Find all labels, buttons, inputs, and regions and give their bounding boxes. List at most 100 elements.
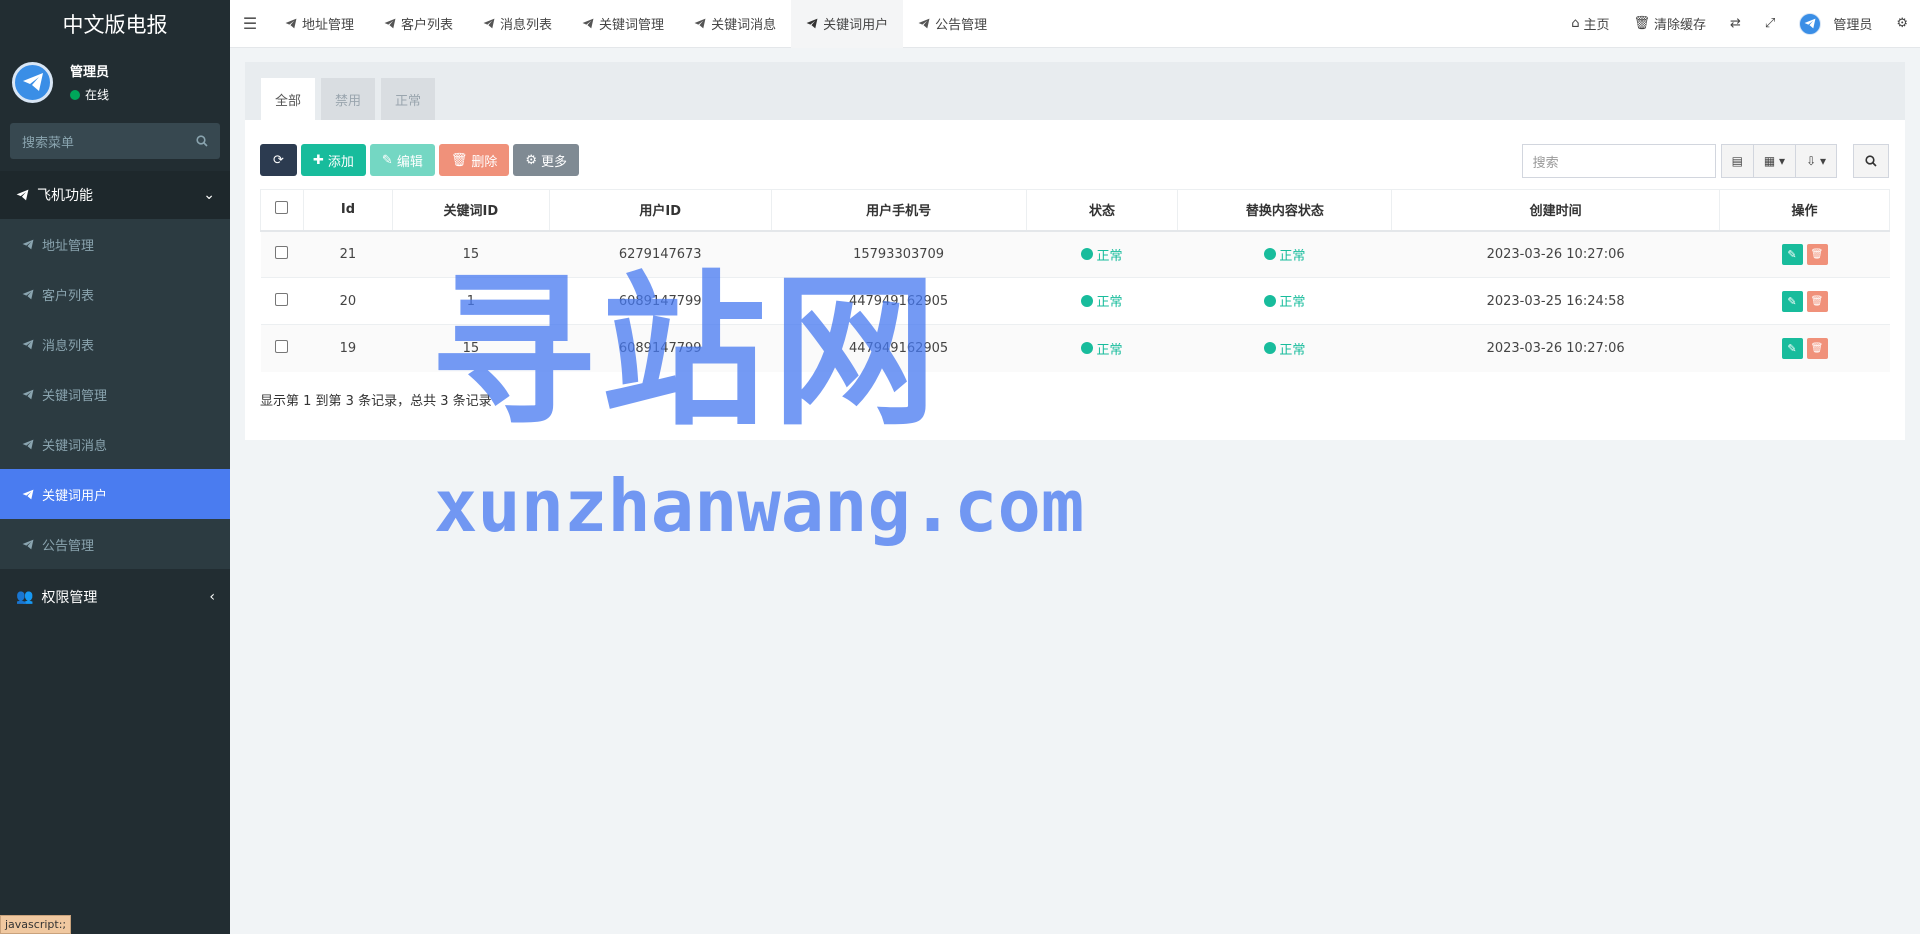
tab-keywords[interactable]: 关键词管理 — [567, 0, 679, 48]
paper-plane-icon — [582, 18, 594, 29]
download-icon: ⇩ ▾ — [1806, 154, 1826, 168]
select-all-checkbox[interactable] — [275, 201, 289, 215]
status-badge[interactable]: 正常 — [1081, 291, 1122, 310]
tab-normal[interactable]: 正常 — [381, 78, 436, 120]
column-header[interactable]: 用户ID — [548, 189, 772, 232]
top-nav: ☰ 地址管理 客户列表 消息列表 关键词管理 关键词消息 关键词用户 公告管理 … — [230, 0, 1920, 48]
sidebar: 中文版电报 管理员 在线 搜索菜单 飞机功能 ⌄ 地址管理 客户列表 消息列表 … — [0, 0, 230, 934]
status-badge[interactable]: 正常 — [1264, 245, 1305, 264]
row-checkbox[interactable] — [275, 245, 289, 259]
paper-plane-icon — [483, 18, 495, 29]
chevron-left-icon: ‹ — [209, 589, 215, 605]
trash-icon: 🗑 — [450, 152, 468, 168]
tab-customers[interactable]: 客户列表 — [369, 0, 468, 48]
row-edit-button[interactable]: ✎ — [1781, 337, 1803, 359]
paper-plane-icon — [694, 18, 706, 29]
row-edit-button[interactable]: ✎ — [1781, 243, 1803, 265]
user-panel: 管理员 在线 — [0, 47, 230, 117]
online-dot-icon — [70, 89, 80, 100]
row-delete-button[interactable]: 🗑 — [1806, 290, 1828, 312]
tab-keyword-users[interactable]: 关键词用户 — [791, 0, 904, 48]
gear-icon: ⚙ — [525, 152, 538, 168]
sidebar-item-address[interactable]: 地址管理 — [0, 219, 230, 269]
menu-group-aircraft[interactable]: 飞机功能 ⌄ — [0, 171, 230, 219]
list-icon: ▤ — [1731, 154, 1743, 168]
trash-icon: 🗑 — [1633, 16, 1650, 31]
paper-plane-icon — [806, 18, 818, 29]
clear-cache-button[interactable]: 🗑 清除缓存 — [1621, 0, 1718, 48]
tab-all[interactable]: 全部 — [261, 78, 316, 120]
sidebar-item-keyword-users[interactable]: 关键词用户 — [0, 469, 230, 519]
home-link[interactable]: ⌂ 主页 — [1559, 0, 1621, 48]
column-header[interactable]: 创建时间 — [1391, 189, 1721, 232]
menu-search-input[interactable]: 搜索菜单 — [10, 123, 220, 159]
user-name: 管理员 — [70, 65, 110, 80]
tab-keyword-messages[interactable]: 关键词消息 — [679, 0, 791, 48]
sidebar-item-keyword-messages[interactable]: 关键词消息 — [0, 419, 230, 469]
status-badge[interactable]: 正常 — [1081, 245, 1122, 264]
row-checkbox[interactable] — [275, 339, 289, 353]
settings-icon[interactable]: ⚙ — [1884, 0, 1920, 48]
column-header[interactable]: Id — [302, 189, 393, 232]
tab-address[interactable]: 地址管理 — [270, 0, 369, 48]
paper-plane-icon — [22, 73, 43, 91]
sidebar-item-messages[interactable]: 消息列表 — [0, 319, 230, 369]
fullscreen-icon: ⤢ — [1764, 16, 1776, 31]
refresh-button[interactable]: ⟳ — [260, 144, 297, 176]
paper-plane-icon — [22, 389, 34, 399]
column-header[interactable]: 关键词ID — [391, 189, 550, 232]
search-icon[interactable] — [196, 135, 208, 147]
filter-tabs: 全部 禁用 正常 — [245, 62, 1905, 120]
watermark-url: xunzhanwang.com — [434, 464, 1085, 548]
toggle-view-button[interactable]: ▤ — [1720, 144, 1754, 178]
row-delete-button[interactable]: 🗑 — [1806, 337, 1828, 359]
table-search-input[interactable]: 搜索 — [1521, 144, 1716, 178]
tab-messages[interactable]: 消息列表 — [468, 0, 567, 48]
toolbar: ⟳ ✚ 添加 ✎ 编辑 🗑 删除 ⚙ 更多 — [260, 144, 580, 176]
refresh-icon: ⟳ — [273, 152, 284, 168]
table-search-area: 搜索 ▤ ▦ ▾ ⇩ ▾ — [1521, 144, 1889, 178]
pencil-icon: ✎ — [1787, 294, 1797, 308]
status-badge[interactable]: 正常 — [1081, 339, 1122, 358]
export-button[interactable]: ⇩ ▾ — [1795, 144, 1837, 178]
translate-icon: ⇄ — [1730, 16, 1741, 31]
row-checkbox[interactable] — [275, 292, 289, 306]
paper-plane-icon — [22, 539, 34, 549]
tab-announcements[interactable]: 公告管理 — [903, 0, 1002, 48]
avatar — [1799, 12, 1822, 35]
tab-disabled[interactable]: 禁用 — [321, 78, 376, 120]
admin-menu[interactable]: 管理员 — [1787, 0, 1884, 48]
column-header[interactable]: 用户手机号 — [770, 189, 1027, 232]
home-icon: ⌂ — [1571, 16, 1580, 31]
paper-plane-icon — [918, 18, 930, 29]
trash-icon: 🗑 — [1810, 342, 1824, 354]
menu-group-permissions[interactable]: 👥 权限管理 ‹ — [0, 569, 230, 625]
column-header[interactable]: 替换内容状态 — [1177, 189, 1393, 232]
edit-button[interactable]: ✎ 编辑 — [369, 144, 435, 176]
search-icon — [1865, 155, 1877, 167]
sidebar-item-customers[interactable]: 客户列表 — [0, 269, 230, 319]
status-badge[interactable]: 正常 — [1264, 291, 1305, 310]
fullscreen-toggle[interactable]: ⤢ — [1753, 0, 1787, 48]
pencil-icon: ✎ — [1787, 341, 1797, 355]
status-tip: javascript:; — [0, 915, 72, 934]
columns-button[interactable]: ▦ ▾ — [1752, 144, 1797, 178]
paper-plane-icon — [22, 489, 34, 499]
sidebar-item-keywords[interactable]: 关键词管理 — [0, 369, 230, 419]
language-toggle[interactable]: ⇄ — [1718, 0, 1753, 48]
status-badge[interactable]: 正常 — [1264, 339, 1305, 358]
submenu: 地址管理 客户列表 消息列表 关键词管理 关键词消息 关键词用户 公告管理 — [0, 219, 230, 569]
pencil-icon: ✎ — [1787, 247, 1797, 261]
search-button[interactable] — [1853, 144, 1889, 178]
sidebar-item-announcements[interactable]: 公告管理 — [0, 519, 230, 569]
pencil-icon: ✎ — [381, 152, 393, 168]
add-button[interactable]: ✚ 添加 — [301, 144, 366, 176]
row-delete-button[interactable]: 🗑 — [1806, 243, 1828, 265]
column-header[interactable]: 状态 — [1025, 189, 1179, 232]
row-edit-button[interactable]: ✎ — [1781, 290, 1803, 312]
more-button[interactable]: ⚙ 更多 — [513, 144, 580, 176]
delete-button[interactable]: 🗑 删除 — [438, 144, 510, 176]
trash-icon: 🗑 — [1810, 248, 1824, 260]
brand-title[interactable]: 中文版电报 — [0, 0, 230, 47]
menu-toggle-icon[interactable]: ☰ — [230, 0, 270, 48]
